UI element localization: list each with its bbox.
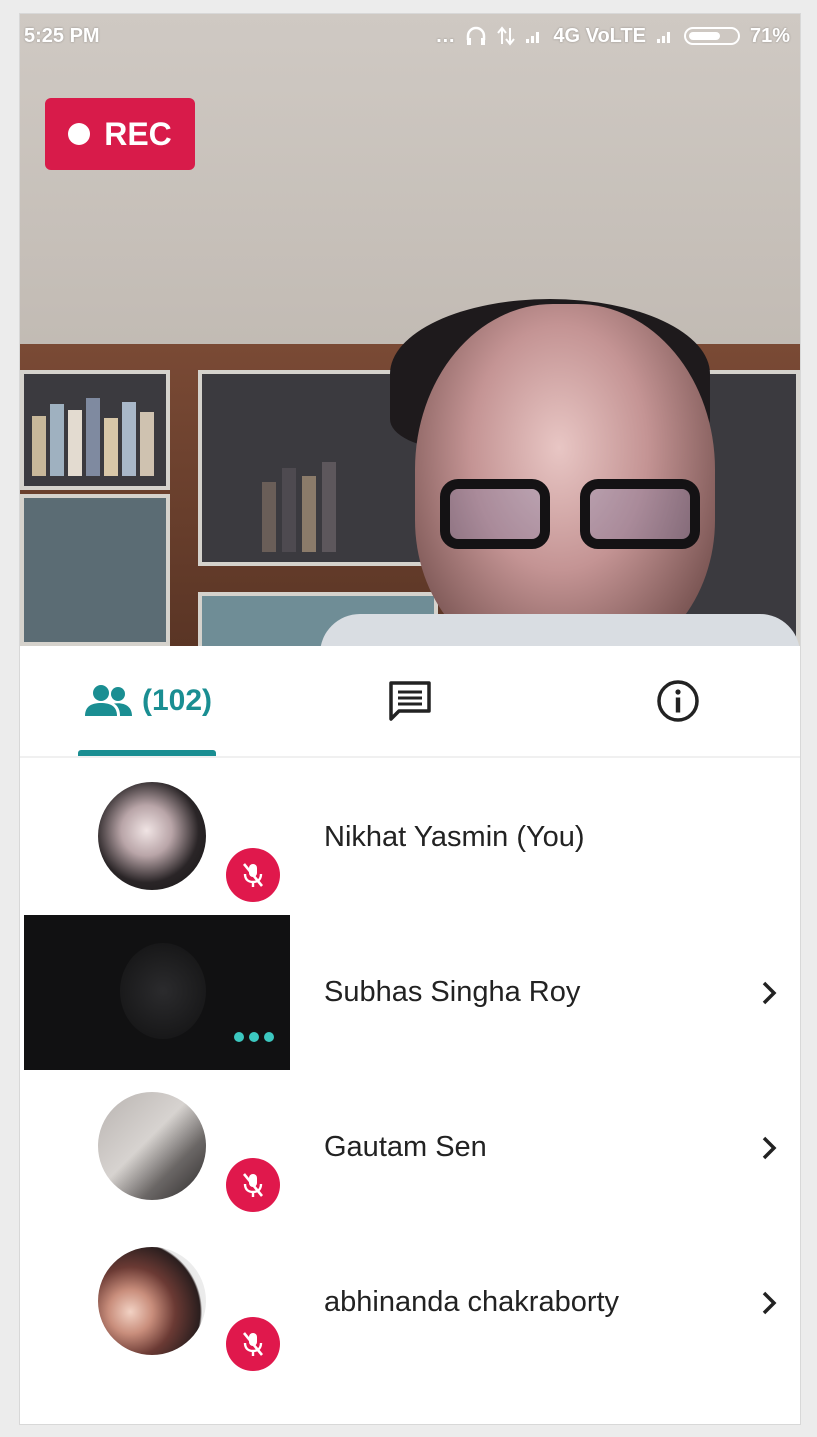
participant-row[interactable]: abhinanda chakraborty: [20, 1225, 800, 1380]
mic-off-icon: [242, 1332, 264, 1356]
avatar: [120, 943, 206, 1039]
participant-name: abhinanda chakraborty: [324, 1286, 620, 1318]
record-dot-icon: [68, 123, 91, 145]
network-type: 4G VoLTE: [553, 24, 646, 47]
battery-icon: [683, 27, 740, 45]
headphones-icon: [467, 26, 486, 45]
participant-name: Gautam Sen: [324, 1131, 487, 1163]
tab-chat[interactable]: [380, 646, 440, 756]
signal-icon: [526, 32, 540, 43]
glasses-lens: [440, 479, 550, 549]
video-shelf: [20, 494, 170, 646]
avatar: [98, 782, 206, 890]
status-time: 5:25 PM: [24, 24, 100, 47]
video-shelf: [20, 370, 170, 490]
active-tab-indicator: [78, 750, 216, 756]
meeting-screen: 5:25 PM … 4G VoLTE 71% REC (102) Nikhat …: [20, 14, 800, 1424]
tab-info[interactable]: [648, 646, 708, 756]
data-arrows-icon: [497, 26, 516, 46]
person-face: [415, 304, 715, 646]
status-bar: 5:25 PM … 4G VoLTE 71%: [20, 14, 800, 58]
chevron-right-icon[interactable]: [758, 1070, 780, 1225]
video-background-wall: [20, 14, 800, 344]
muted-mic-badge: [226, 1317, 280, 1371]
participants-list: Nikhat Yasmin (You) Subhas Singha Roy Ga…: [20, 760, 800, 1380]
participant-name: Subhas Singha Roy: [324, 976, 581, 1008]
video-loading-dots-icon: [234, 1032, 274, 1042]
recording-label: REC: [104, 115, 172, 152]
main-video-feed[interactable]: 5:25 PM … 4G VoLTE 71% REC: [20, 14, 800, 646]
muted-mic-badge: [226, 1158, 280, 1212]
chat-icon: [389, 681, 431, 721]
chevron-right-icon[interactable]: [758, 915, 780, 1070]
participant-row[interactable]: Nikhat Yasmin (You): [20, 760, 800, 915]
avatar: [98, 1092, 206, 1200]
people-icon: [84, 685, 132, 716]
recording-badge: REC: [45, 98, 195, 170]
mic-off-icon: [242, 1173, 264, 1197]
participant-row[interactable]: Subhas Singha Roy: [20, 915, 800, 1070]
signal-icon: [656, 32, 670, 43]
participant-video-tile: [24, 915, 290, 1070]
battery-percent: 71%: [749, 24, 790, 47]
person-shirt: [320, 614, 800, 646]
muted-mic-badge: [226, 848, 280, 902]
glasses-lens: [580, 479, 700, 549]
tab-participants[interactable]: (102): [78, 646, 218, 756]
mic-off-icon: [242, 863, 264, 887]
more-dots-icon: …: [435, 24, 456, 47]
battery-level-fill: [688, 32, 720, 40]
avatar: [98, 1247, 206, 1355]
participant-row[interactable]: Gautam Sen: [20, 1070, 800, 1225]
info-icon: [657, 680, 699, 722]
participant-name: Nikhat Yasmin (You): [324, 821, 585, 853]
meeting-tabs: (102): [20, 646, 800, 758]
chevron-right-icon[interactable]: [758, 1225, 780, 1380]
participants-count: (102): [141, 684, 213, 717]
